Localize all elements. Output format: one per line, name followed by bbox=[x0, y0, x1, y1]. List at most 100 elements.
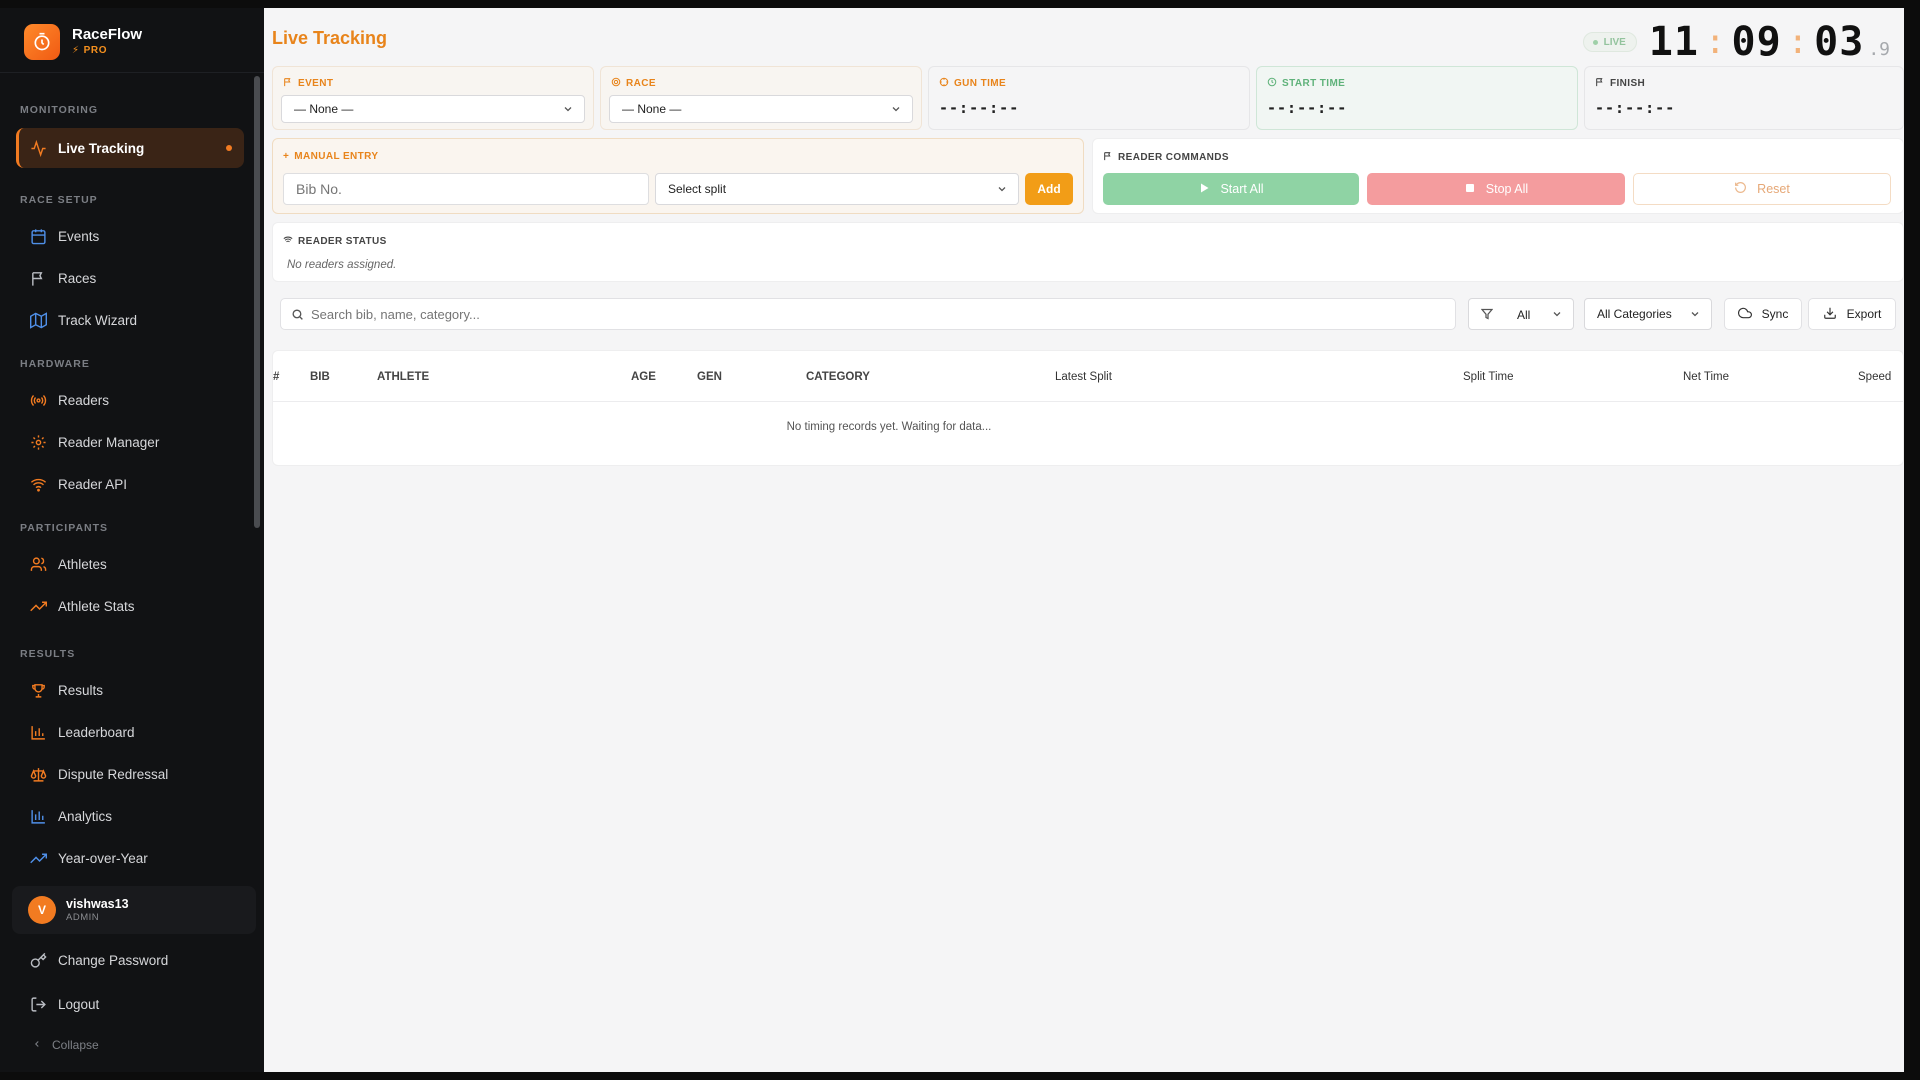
column-header-split-time[interactable]: Split Time bbox=[1463, 371, 1514, 383]
app-window: RaceFlow ⚡ PRO MONITORING Live Tracking R… bbox=[0, 0, 1920, 1080]
sidebar-item-events[interactable]: Events bbox=[16, 216, 244, 256]
sidebar-item-track-wizard[interactable]: Track Wizard bbox=[16, 300, 244, 340]
brand-name: RaceFlow bbox=[72, 26, 143, 43]
sidebar-item-label: Readers bbox=[58, 392, 110, 408]
gun-time-value: --:--:-- bbox=[939, 99, 1020, 117]
sidebar-item-label: Live Tracking bbox=[58, 140, 145, 156]
sidebar-item-dispute-redressal[interactable]: Dispute Redressal bbox=[16, 754, 244, 794]
sidebar-item-label: Events bbox=[58, 228, 100, 244]
finish-label: FINISH bbox=[1595, 77, 1645, 90]
trophy-icon bbox=[28, 680, 48, 700]
radio-icon bbox=[28, 390, 48, 410]
split-select[interactable]: Select split bbox=[655, 173, 1019, 205]
race-select[interactable]: — None — bbox=[609, 95, 913, 123]
event-select[interactable]: — None — bbox=[281, 95, 585, 123]
category-filter-select[interactable]: All Categories bbox=[1584, 298, 1712, 330]
column-header-athlete[interactable]: ATHLETE bbox=[377, 371, 429, 383]
avatar: V bbox=[28, 896, 56, 924]
section-label-hardware: HARDWARE bbox=[20, 358, 90, 370]
status-filter-select[interactable]: All bbox=[1468, 298, 1574, 330]
reset-button[interactable]: Reset bbox=[1633, 173, 1891, 205]
bar-chart-icon bbox=[28, 722, 48, 742]
section-label-results: RESULTS bbox=[20, 648, 76, 660]
event-select-value: — None — bbox=[294, 102, 354, 116]
section-label-monitoring: MONITORING bbox=[20, 104, 99, 116]
sidebar-item-athletes[interactable]: Athletes bbox=[16, 544, 244, 584]
user-card[interactable]: V vishwas13 ADMIN bbox=[12, 886, 256, 934]
crosshair-icon bbox=[939, 77, 949, 90]
sidebar-item-label: Analytics bbox=[58, 808, 113, 824]
clock-icon bbox=[1267, 77, 1277, 90]
chevron-down-icon bbox=[1551, 308, 1563, 323]
zap-icon: ⚡ bbox=[72, 45, 80, 56]
manual-entry-card: + MANUAL ENTRY Select split Add bbox=[272, 138, 1084, 214]
analytics-icon bbox=[28, 806, 48, 826]
sidebar-item-reader-manager[interactable]: Reader Manager bbox=[16, 422, 244, 462]
live-badge: LIVE bbox=[1582, 32, 1637, 52]
section-label-participants: PARTICIPANTS bbox=[20, 522, 109, 534]
sidebar-item-year-over-year[interactable]: Year-over-Year bbox=[16, 838, 244, 878]
sidebar-item-races[interactable]: Races bbox=[16, 258, 244, 298]
bib-number-input[interactable] bbox=[283, 173, 649, 205]
sidebar-item-label: Reader API bbox=[58, 476, 128, 492]
flag-icon bbox=[1103, 151, 1113, 164]
gun-time-card: GUN TIME --:--:-- bbox=[928, 66, 1250, 130]
logout-button[interactable]: Logout bbox=[16, 984, 244, 1024]
sync-button[interactable]: Sync bbox=[1724, 298, 1802, 330]
stop-all-button[interactable]: Stop All bbox=[1367, 173, 1625, 205]
reset-label: Reset bbox=[1757, 182, 1790, 196]
clock-tenths: .9 bbox=[1868, 38, 1890, 60]
start-time-value: --:--:-- bbox=[1267, 99, 1348, 117]
change-password-button[interactable]: Change Password bbox=[16, 940, 244, 980]
user-role: ADMIN bbox=[66, 912, 100, 923]
active-indicator-dot bbox=[226, 145, 232, 151]
column-header-gender[interactable]: GEN bbox=[697, 371, 722, 383]
sidebar-item-label: Year-over-Year bbox=[58, 850, 148, 866]
manual-entry-label: + MANUAL ENTRY bbox=[283, 151, 379, 162]
collapse-button[interactable]: Collapse bbox=[32, 1038, 99, 1052]
stop-all-label: Stop All bbox=[1485, 182, 1529, 196]
sidebar-scrollbar[interactable] bbox=[254, 76, 260, 528]
sidebar-item-readers[interactable]: Readers bbox=[16, 380, 244, 420]
export-button[interactable]: Export bbox=[1808, 298, 1896, 330]
search-input[interactable] bbox=[311, 303, 1441, 325]
sidebar-item-reader-api[interactable]: Reader API bbox=[16, 464, 244, 504]
finish-label-text: FINISH bbox=[1610, 78, 1646, 89]
race-select-value: — None — bbox=[622, 102, 682, 116]
column-header-bib[interactable]: BIB bbox=[310, 371, 330, 383]
race-label-text: RACE bbox=[626, 78, 656, 89]
change-password-label: Change Password bbox=[58, 952, 169, 968]
brand[interactable]: RaceFlow ⚡ PRO bbox=[24, 22, 142, 62]
wifi-icon bbox=[283, 235, 293, 248]
event-label-text: EVENT bbox=[298, 78, 334, 89]
user-name: vishwas13 bbox=[66, 897, 129, 911]
sidebar-item-live-tracking[interactable]: Live Tracking bbox=[16, 128, 244, 168]
column-header-age[interactable]: AGE bbox=[631, 371, 656, 383]
status-filter-value: All bbox=[1517, 308, 1531, 322]
column-header-category[interactable]: CATEGORY bbox=[806, 371, 870, 383]
timing-table: # BIB ATHLETE AGE GEN CATEGORY Latest Sp… bbox=[272, 350, 1904, 466]
clock-separator: : bbox=[1787, 22, 1809, 62]
sidebar-item-leaderboard[interactable]: Leaderboard bbox=[16, 712, 244, 752]
event-label: EVENT bbox=[283, 77, 333, 90]
play-icon bbox=[1198, 182, 1210, 197]
add-button[interactable]: Add bbox=[1025, 173, 1073, 205]
sidebar-item-analytics[interactable]: Analytics bbox=[16, 796, 244, 836]
gear-icon bbox=[28, 432, 48, 452]
chevron-left-icon bbox=[32, 1038, 42, 1052]
divider bbox=[0, 72, 264, 73]
live-clock: LIVE 11 : 09 : 03 .9 bbox=[1582, 18, 1890, 66]
column-header-latest-split[interactable]: Latest Split bbox=[1055, 371, 1112, 383]
start-all-button[interactable]: Start All bbox=[1103, 173, 1359, 205]
sidebar-item-athlete-stats[interactable]: Athlete Stats bbox=[16, 586, 244, 626]
column-header-speed[interactable]: Speed bbox=[1858, 371, 1891, 383]
sidebar: RaceFlow ⚡ PRO MONITORING Live Tracking R… bbox=[0, 8, 264, 1072]
column-header-net-time[interactable]: Net Time bbox=[1683, 371, 1729, 383]
sidebar-item-label: Leaderboard bbox=[58, 724, 135, 740]
chevron-down-icon bbox=[996, 183, 1008, 198]
clock-hours: 11 bbox=[1648, 19, 1699, 65]
column-header-index[interactable]: # bbox=[273, 371, 279, 383]
account-actions: Change Password Logout bbox=[16, 940, 244, 1026]
sidebar-item-results[interactable]: Results bbox=[16, 670, 244, 710]
reader-status-message: No readers assigned. bbox=[287, 259, 397, 271]
